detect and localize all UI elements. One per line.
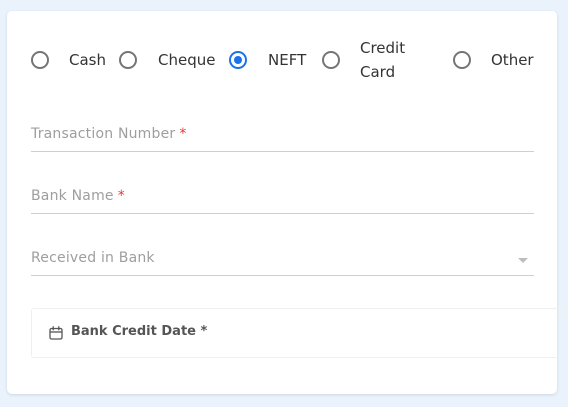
bank-name-label: Bank Name * [31, 188, 125, 204]
received-in-bank-label: Received in Bank [31, 250, 155, 266]
radio-credit-card-label-line1: Credit [360, 39, 406, 57]
radio-cheque-circle[interactable] [119, 51, 137, 69]
required-mark: * [179, 126, 187, 142]
radio-neft-circle[interactable] [229, 51, 247, 69]
radio-cash[interactable]: Cash [31, 48, 111, 72]
transaction-number-field[interactable]: Transaction Number * [31, 122, 534, 152]
radio-credit-card-label-line2: Card [360, 63, 396, 81]
transaction-number-underline [31, 151, 534, 152]
transaction-number-label: Transaction Number * [31, 126, 187, 142]
bank-name-field[interactable]: Bank Name * [31, 184, 534, 214]
radio-cheque[interactable]: Cheque [119, 48, 219, 72]
radio-cash-label: Cash [69, 51, 106, 69]
radio-credit-card[interactable]: Credit Card [322, 36, 412, 84]
radio-other-circle[interactable] [453, 51, 471, 69]
dropdown-arrow-icon[interactable] [518, 258, 528, 263]
calendar-icon [49, 326, 63, 340]
received-in-bank-select[interactable]: Received in Bank [31, 246, 534, 276]
radio-neft[interactable]: NEFT [229, 48, 309, 72]
required-mark: * [117, 188, 125, 204]
radio-other[interactable]: Other [453, 48, 543, 72]
received-in-bank-underline [31, 275, 534, 276]
radio-cheque-label: Cheque [158, 51, 216, 69]
bank-credit-date-label: Bank Credit Date * [71, 324, 208, 339]
bank-credit-date-picker[interactable]: Bank Credit Date * [31, 308, 568, 358]
radio-credit-card-circle[interactable] [322, 51, 340, 69]
radio-other-label: Other [491, 51, 534, 69]
radio-neft-label: NEFT [268, 51, 307, 69]
bank-name-underline [31, 213, 534, 214]
radio-cash-circle[interactable] [31, 51, 49, 69]
